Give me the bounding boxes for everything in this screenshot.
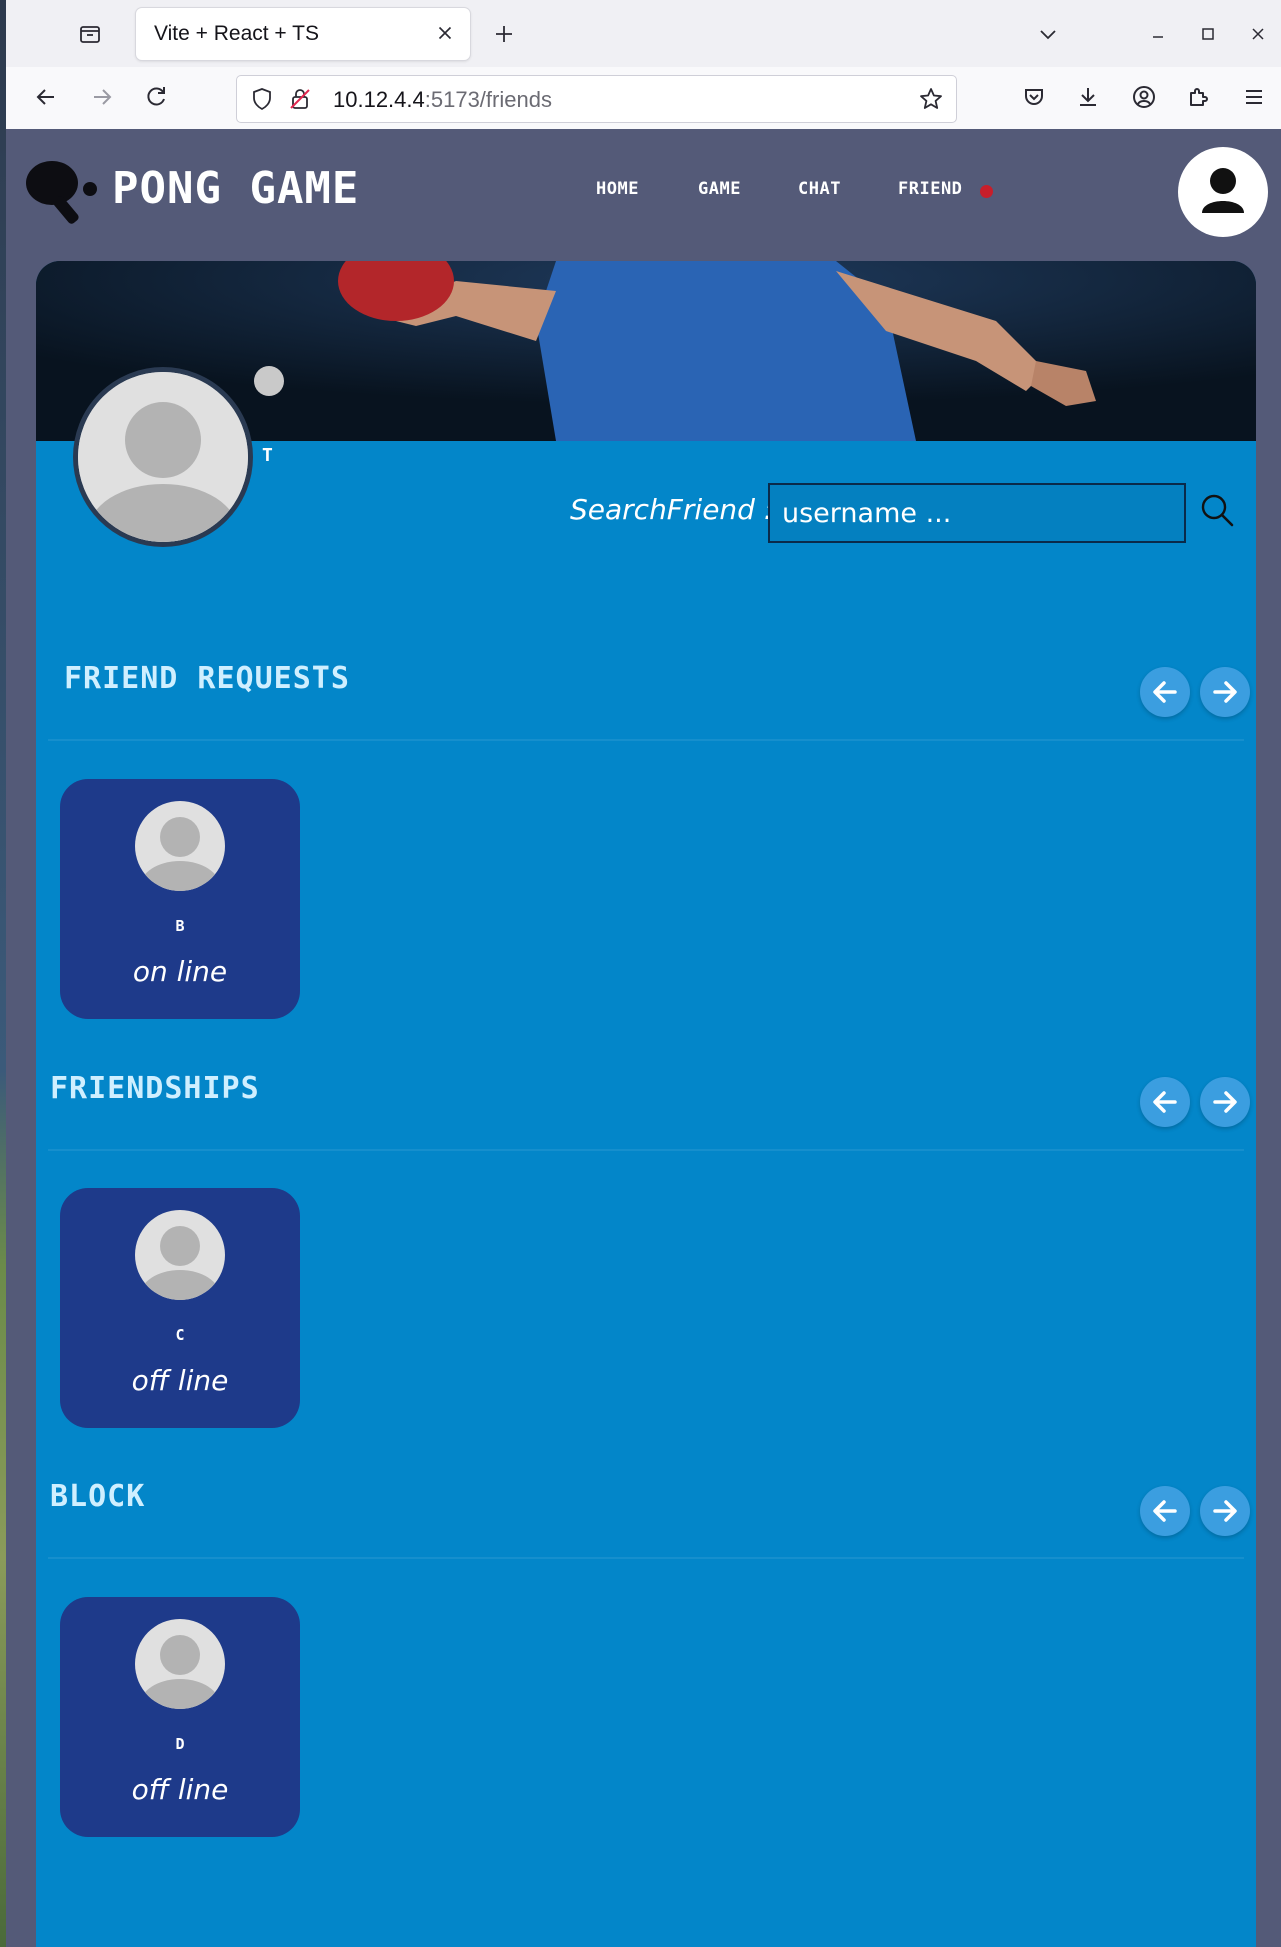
friend-card[interactable]: C off line	[60, 1188, 300, 1428]
friends-panel: T SearchFriend : FRIEND REQUESTS B	[36, 261, 1256, 1947]
user-avatar	[135, 1619, 225, 1709]
section-divider	[48, 1557, 1244, 1559]
nav-friend[interactable]: FRIEND	[898, 179, 962, 199]
arrow-left-icon	[1153, 1500, 1177, 1522]
user-name: B	[175, 917, 185, 935]
browser-tab-active[interactable]: Vite + React + TS	[136, 8, 470, 60]
section-title-block: BLOCK	[50, 1479, 146, 1514]
blocked-user-card[interactable]: D off line	[60, 1597, 300, 1837]
maximize-icon[interactable]	[1198, 24, 1218, 44]
section-title-friendships: FRIENDSHIPS	[50, 1071, 260, 1106]
search-icon[interactable]	[1198, 491, 1238, 531]
user-avatar	[135, 801, 225, 891]
ping-pong-paddle-icon[interactable]	[22, 153, 102, 227]
menu-icon[interactable]	[1240, 83, 1268, 111]
close-tab-icon[interactable]	[434, 22, 456, 44]
user-status: off line	[131, 1773, 229, 1806]
notification-dot	[980, 185, 993, 198]
section-divider	[48, 1149, 1244, 1151]
back-arrow-icon[interactable]	[32, 83, 60, 111]
scroll-right-button[interactable]	[1200, 1486, 1250, 1536]
nav-home[interactable]: HOME	[596, 179, 639, 199]
browser-nav-bar: 10.12.4.4:5173/friends	[6, 67, 1281, 130]
search-input[interactable]	[768, 483, 1186, 543]
section-title-friend-requests: FRIEND REQUESTS	[64, 661, 350, 696]
insecure-lock-icon[interactable]	[287, 86, 313, 112]
app-page: PONG GAME HOME GAME CHAT FRIEND T Search…	[6, 129, 1281, 1947]
shield-icon[interactable]	[249, 86, 275, 112]
user-menu-button[interactable]	[1178, 147, 1268, 237]
new-tab-icon[interactable]	[492, 22, 516, 46]
close-window-icon[interactable]	[1248, 24, 1268, 44]
scroll-left-button[interactable]	[1140, 1077, 1190, 1127]
search-label: SearchFriend :	[570, 493, 774, 526]
profile-username: T	[262, 445, 273, 466]
user-name: D	[175, 1735, 185, 1753]
url-text: 10.12.4.4:5173/friends	[333, 87, 552, 113]
user-status: on line	[132, 955, 228, 988]
scroll-right-button[interactable]	[1200, 667, 1250, 717]
app-header: PONG GAME HOME GAME CHAT FRIEND	[6, 129, 1281, 255]
profile-avatar[interactable]	[73, 367, 253, 547]
arrow-left-icon	[1153, 681, 1177, 703]
chevron-down-icon[interactable]	[1036, 22, 1060, 46]
account-icon[interactable]	[1130, 83, 1158, 111]
user-avatar	[135, 1210, 225, 1300]
scroll-left-button[interactable]	[1140, 667, 1190, 717]
app-logo-text[interactable]: PONG GAME	[112, 163, 359, 214]
bookmark-star-icon[interactable]	[918, 86, 944, 112]
nav-game[interactable]: GAME	[698, 179, 741, 199]
url-path: :5173/friends	[424, 87, 552, 112]
forward-arrow-icon[interactable]	[88, 83, 116, 111]
section-divider	[48, 739, 1244, 741]
browser-window: Vite + React + TS 10.12.4.4:5173/friends…	[6, 0, 1281, 1947]
download-icon[interactable]	[1074, 83, 1102, 111]
extensions-icon[interactable]	[1184, 83, 1212, 111]
arrow-right-icon	[1213, 1500, 1237, 1522]
arrow-right-icon	[1213, 681, 1237, 703]
user-icon	[1202, 168, 1244, 213]
nav-chat[interactable]: CHAT	[798, 179, 841, 199]
tab-title: Vite + React + TS	[154, 22, 319, 45]
default-avatar-icon	[140, 817, 220, 891]
arrow-left-icon	[1153, 1091, 1177, 1113]
browser-tab-bar: Vite + React + TS	[6, 0, 1281, 67]
friend-request-card[interactable]: B on line	[60, 779, 300, 1019]
pocket-icon[interactable]	[1020, 83, 1048, 111]
scroll-left-button[interactable]	[1140, 1486, 1190, 1536]
scroll-right-button[interactable]	[1200, 1077, 1250, 1127]
reload-icon[interactable]	[142, 83, 170, 111]
arrow-right-icon	[1213, 1091, 1237, 1113]
url-host: 10.12.4.4	[333, 87, 425, 112]
tab-list-icon[interactable]	[78, 22, 102, 46]
user-name: C	[175, 1326, 185, 1344]
default-avatar-icon	[140, 1226, 220, 1300]
user-status: off line	[131, 1364, 229, 1397]
minimize-icon[interactable]	[1148, 24, 1168, 44]
default-avatar-icon	[78, 372, 248, 542]
default-avatar-icon	[140, 1635, 220, 1709]
address-bar[interactable]: 10.12.4.4:5173/friends	[236, 75, 957, 123]
